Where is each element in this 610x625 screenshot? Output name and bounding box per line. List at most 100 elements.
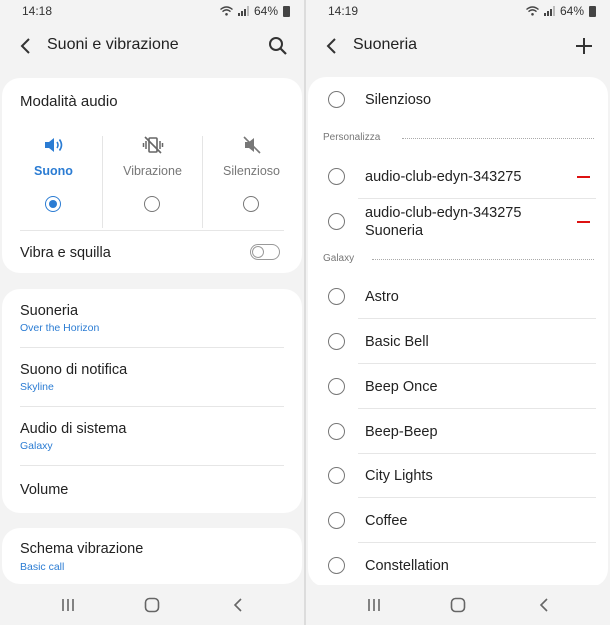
ringtone-label: City Lights (365, 468, 433, 484)
audio-mode-title: Modalità audio (20, 93, 118, 110)
ringtone-screen: 14:19 64% Suoneria Silenzioso Personaliz… (306, 0, 610, 625)
app-bar: Suoneria (306, 26, 610, 66)
setting-value: Galaxy (20, 440, 53, 452)
ringtone-item[interactable]: Beep Once (308, 378, 608, 396)
sound-settings-screen: 14:18 64% Suoni e vibrazione Modalità au… (0, 0, 304, 625)
home-icon[interactable] (142, 595, 162, 615)
divider (20, 230, 284, 231)
home-icon[interactable] (448, 595, 468, 615)
mode-vibrate[interactable]: Vibrazione (103, 130, 202, 230)
ringtone-radio[interactable] (328, 423, 345, 440)
ringtone-label: audio-club-edyn-343275 (365, 169, 522, 185)
ringtone-label: audio-club-edyn-343275 Suoneria (365, 205, 522, 239)
ringtone-label: Beep Once (365, 379, 438, 395)
ringtone-label: Astro (365, 289, 399, 305)
recent-apps-icon[interactable] (364, 595, 384, 615)
battery-percent: 64% (559, 4, 584, 18)
ringtone-radio[interactable] (328, 168, 345, 185)
ringtone-radio[interactable] (328, 91, 345, 108)
setting-value: Basic call (20, 561, 65, 573)
ringtone-radio[interactable] (328, 467, 345, 484)
battery-percent: 64% (253, 4, 278, 18)
recent-apps-icon[interactable] (58, 595, 78, 615)
divider (358, 363, 596, 364)
divider (20, 465, 284, 466)
mode-sound-label: Suono (34, 164, 73, 178)
vibrate-ring-toggle[interactable] (250, 244, 280, 260)
divider (358, 408, 596, 409)
ringtone-label: Constellation (365, 558, 449, 574)
ringtone-label: Coffee (365, 513, 408, 529)
divider (358, 318, 596, 319)
page-title: Suoni e vibrazione (47, 36, 179, 53)
divider (358, 453, 596, 454)
status-bar: 14:18 64% (0, 0, 304, 22)
plus-icon[interactable] (572, 34, 596, 58)
back-arrow-icon[interactable] (14, 34, 38, 58)
setting-title: Volume (20, 482, 69, 498)
status-time: 14:18 (22, 4, 53, 18)
audio-mode-card: Modalità audio Suono Vibrazione Silenzio… (2, 78, 302, 273)
back-nav-icon[interactable] (534, 595, 554, 615)
ringtone-item[interactable]: Basic Bell (308, 333, 608, 351)
status-bar: 14:19 64% (306, 0, 610, 22)
ringtone-item[interactable]: Coffee (308, 512, 608, 530)
setting-title: Audio di sistema (20, 421, 127, 437)
ringtone-radio[interactable] (328, 333, 345, 350)
signal-icon (237, 6, 249, 16)
ringtone-item[interactable]: City Lights (308, 467, 608, 485)
ringtone-radio[interactable] (328, 557, 345, 574)
divider (20, 347, 284, 348)
remove-icon[interactable] (577, 176, 590, 178)
wifi-icon (526, 6, 539, 16)
mode-vibrate-radio[interactable] (144, 196, 160, 212)
remove-icon[interactable] (577, 221, 590, 223)
battery-icon (589, 5, 596, 17)
ringtone-item[interactable]: Constellation (308, 557, 608, 575)
ringtone-label: Basic Bell (365, 334, 429, 350)
speaker-icon (45, 138, 63, 152)
setting-value: Over the Horizon (20, 322, 100, 334)
signal-icon (543, 6, 555, 16)
status-time: 14:19 (328, 4, 359, 18)
app-bar: Suoni e vibrazione (0, 26, 304, 66)
divider (20, 406, 284, 407)
mute-icon (243, 136, 261, 154)
divider (358, 497, 596, 498)
vibration-card: Schema vibrazione Basic call (2, 528, 302, 584)
battery-icon (283, 5, 290, 17)
ringtone-radio[interactable] (328, 512, 345, 529)
back-nav-icon[interactable] (228, 595, 248, 615)
ringtone-item-silent[interactable]: Silenzioso (308, 91, 608, 109)
section-header-galaxy: Galaxy (323, 253, 355, 264)
mode-sound-radio[interactable] (45, 196, 61, 212)
section-divider (402, 138, 594, 139)
ringtone-item-custom[interactable]: audio-club-edyn-343275 Suoneria (308, 204, 608, 240)
ringtone-list: Silenzioso Personalizza audio-club-edyn-… (308, 77, 608, 587)
navigation-bar (306, 585, 610, 625)
back-arrow-icon[interactable] (320, 34, 344, 58)
ringtone-item[interactable]: Astro (308, 288, 608, 306)
mode-sound[interactable]: Suono (4, 130, 103, 230)
vibrate-icon (142, 136, 164, 154)
divider (358, 542, 596, 543)
section-divider (372, 259, 594, 260)
ringtone-item-custom[interactable]: audio-club-edyn-343275 (308, 168, 608, 186)
mode-vibrate-label: Vibrazione (123, 164, 182, 178)
search-icon[interactable] (266, 34, 290, 58)
ringtone-radio[interactable] (328, 288, 345, 305)
setting-title: Suoneria (20, 303, 79, 319)
ringtone-item[interactable]: Beep-Beep (308, 423, 608, 441)
ringtone-radio[interactable] (328, 378, 345, 395)
section-header-custom: Personalizza (323, 132, 381, 143)
vibrate-ring-label: Vibra e squilla (20, 245, 111, 261)
ringtone-radio[interactable] (328, 213, 345, 230)
setting-value: Skyline (20, 381, 54, 393)
navigation-bar (0, 585, 304, 625)
mode-silent-radio[interactable] (243, 196, 259, 212)
ringtone-label: Beep-Beep (365, 424, 438, 440)
wifi-icon (220, 6, 233, 16)
page-title: Suoneria (353, 36, 418, 53)
mode-silent[interactable]: Silenzioso (202, 130, 301, 230)
setting-title: Schema vibrazione (20, 541, 144, 557)
